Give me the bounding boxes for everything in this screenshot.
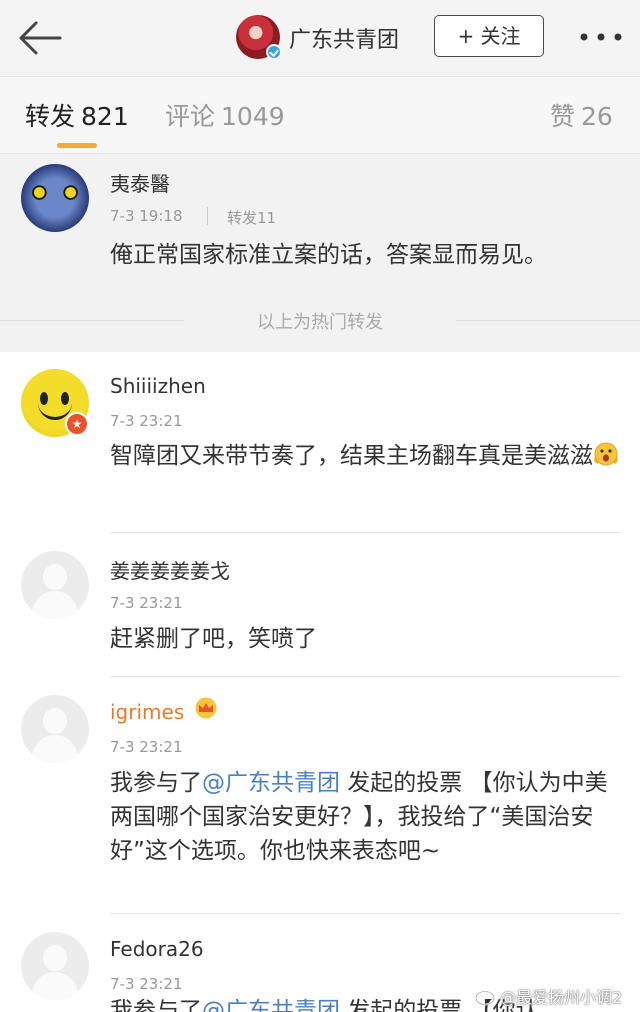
comment-username[interactable]: igrimes: [110, 700, 184, 724]
row-divider: [110, 913, 620, 914]
comment-username[interactable]: 姜姜姜姜姜戈: [110, 555, 230, 584]
tab-repost-label: 转发: [25, 102, 76, 131]
vip-badge-icon: ★: [65, 412, 89, 436]
avatar-head: [43, 945, 67, 971]
comment-text: 智障团又来带节奏了，结果主场翻车真是美滋滋: [110, 439, 620, 473]
comment-text: 赶紧删了吧，笑喷了: [110, 626, 317, 652]
comment-time: 7-3 23:21: [110, 975, 183, 993]
hot-repost-time: 7-3 19:18: [110, 207, 183, 225]
owl-avatar[interactable]: [21, 164, 89, 232]
comment-time: 7-3 23:21: [110, 412, 183, 430]
crown-icon: [195, 697, 217, 719]
meta-separator: [207, 207, 208, 225]
hot-repost-text: 俺正常国家标准立案的话，答案显而易见。: [110, 242, 547, 268]
tab-comment-label: 评论: [165, 102, 216, 131]
tab-repost[interactable]: 转发 821: [25, 97, 129, 133]
shocked-face-emoji-icon: [594, 442, 618, 466]
cutoff-text-before: 我参与了: [110, 998, 202, 1012]
divider-line: [456, 320, 640, 321]
active-tab-indicator: [57, 143, 97, 148]
weibo-logo-icon: [475, 988, 496, 1006]
verified-badge-icon: [266, 44, 282, 60]
avatar-body: [32, 735, 78, 763]
mention-link[interactable]: @广东共青团: [202, 998, 340, 1012]
watermark-text: @最爱扬州小调2: [500, 988, 623, 1007]
tab-bar: 转发 821 评论 1049 赞 26: [0, 76, 640, 154]
follow-button[interactable]: + 关注: [434, 15, 544, 57]
comment-time: 7-3 23:21: [110, 738, 183, 756]
tab-comment[interactable]: 评论 1049: [165, 97, 285, 133]
default-avatar[interactable]: [21, 932, 89, 1000]
comment-username[interactable]: Shiiiizhen: [110, 374, 206, 398]
comment-text-before: 我参与了: [110, 770, 202, 796]
hot-repost-username[interactable]: 夷泰醫: [110, 168, 170, 197]
avatar-head: [43, 564, 67, 590]
mention-link[interactable]: @广东共青团: [202, 770, 340, 796]
avatar-head: [43, 708, 67, 734]
comment-text-body: 智障团又来带节奏了，结果主场翻车真是美滋滋: [110, 443, 593, 469]
hot-divider-label: 以上为热门转发: [257, 312, 383, 333]
tab-repost-count: 821: [81, 102, 129, 131]
more-dots-icon[interactable]: [578, 26, 624, 48]
row-divider: [110, 532, 620, 533]
back-arrow-icon[interactable]: [16, 18, 64, 58]
tab-like-count: 26: [581, 102, 613, 131]
comment-time: 7-3 23:21: [110, 594, 183, 612]
avatar-body: [32, 972, 78, 1000]
tab-comment-count: 1049: [221, 102, 285, 131]
avatar-body: [32, 591, 78, 619]
comment-username[interactable]: Fedora26: [110, 937, 204, 961]
default-avatar[interactable]: [21, 551, 89, 619]
default-avatar[interactable]: [21, 695, 89, 763]
row-divider: [110, 676, 620, 677]
comment-text: 我参与了@广东共青团 发起的投票 【你认为中美两国哪个国家治安更好？】，我投给了…: [110, 766, 620, 868]
tab-like[interactable]: 赞 26: [550, 97, 613, 133]
account-name[interactable]: 广东共青团: [289, 22, 399, 54]
hot-repost-section: 夷泰醫 7-3 19:18 转发11 俺正常国家标准立案的话，答案显而易见。 以…: [0, 154, 640, 352]
hot-repost-count: 转发11: [227, 209, 277, 227]
top-bar: 广东共青团 + 关注: [0, 0, 640, 76]
tab-like-label: 赞: [550, 102, 576, 131]
